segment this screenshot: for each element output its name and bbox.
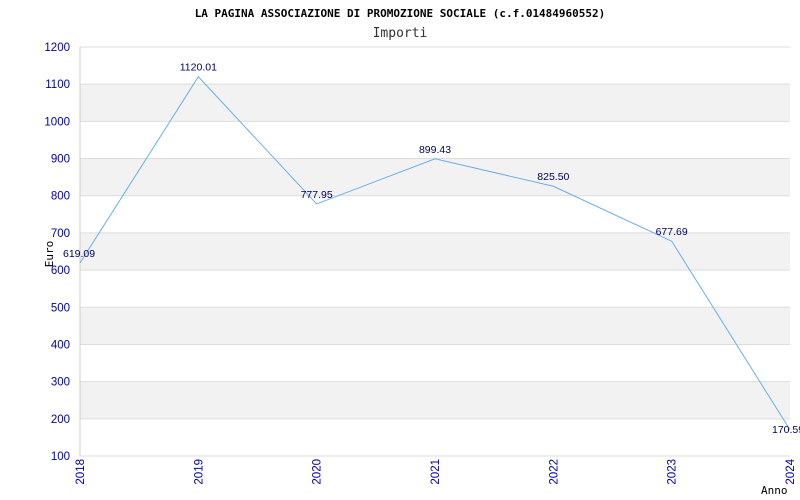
line-chart: 100200300400500600700800900100011001200 …: [43, 7, 800, 497]
chart-subtitle: Importi: [373, 26, 428, 41]
x-tick-label: 2022: [548, 459, 560, 485]
data-label: 899.43: [419, 144, 451, 156]
y-tick-label: 400: [51, 339, 70, 351]
y-axis-label: Euro: [43, 241, 56, 268]
grid-band: [80, 158, 790, 196]
data-label: 1120.01: [180, 62, 217, 74]
grid-band: [80, 307, 790, 345]
x-tick-label: 2021: [430, 459, 442, 485]
data-label: 170.59: [772, 424, 800, 436]
y-tick-label: 900: [51, 154, 70, 166]
chart-title: LA PAGINA ASSOCIAZIONE DI PROMOZIONE SOC…: [195, 7, 606, 20]
data-label: 777.95: [301, 189, 333, 201]
grid-band: [80, 232, 790, 271]
y-tick-label: 1100: [45, 79, 70, 91]
x-axis-label: Anno: [761, 484, 788, 497]
y-tick-label: 1200: [44, 42, 70, 54]
grid-bands: [80, 84, 790, 419]
y-tick-label: 300: [51, 377, 70, 389]
y-tick-label: 500: [51, 302, 70, 314]
y-tick-label: 200: [51, 414, 70, 426]
x-tick-label: 2018: [75, 459, 87, 485]
x-tick-labels: 2018 2019 2020 2021 2022 2023 2024: [75, 458, 797, 484]
y-tick-label: 1000: [44, 116, 70, 128]
grid-band: [80, 381, 790, 419]
data-label: 619.09: [63, 248, 95, 260]
x-tick-label: 2019: [193, 459, 205, 485]
x-tick-label: 2020: [312, 459, 324, 485]
y-tick-label: 100: [51, 451, 70, 463]
y-tick-label: 700: [51, 228, 70, 240]
x-tick-label: 2023: [667, 459, 679, 485]
x-tick-label: 2024: [785, 458, 797, 484]
data-label: 825.50: [537, 171, 569, 183]
y-tick-label: 800: [51, 191, 70, 203]
data-label: 677.69: [656, 226, 688, 238]
grid-band: [80, 84, 790, 122]
